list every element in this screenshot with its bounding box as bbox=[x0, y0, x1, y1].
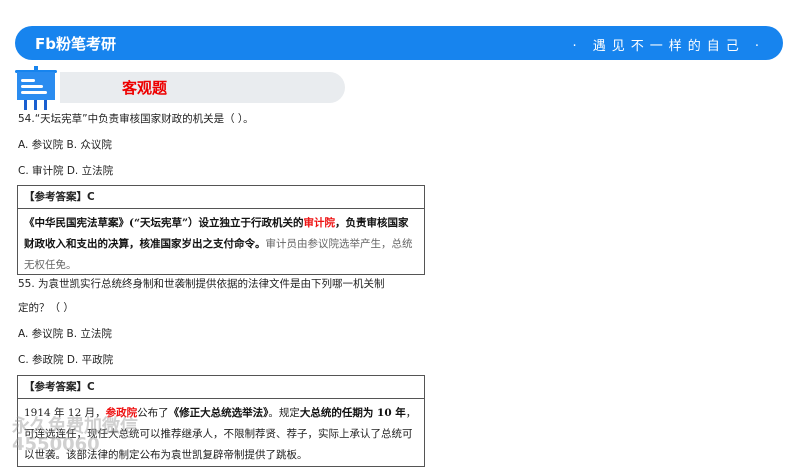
question-options: A. 参议院 B. 立法院 bbox=[18, 328, 112, 340]
answer-label: 【参考答案】C bbox=[18, 376, 424, 399]
question-stem-cont: 定的？（ ） bbox=[18, 302, 74, 314]
answer-label: 【参考答案】C bbox=[18, 186, 424, 209]
question-stem: 54.“天坛宪草”中负责审核国家财政的机关是（ ）。 bbox=[18, 113, 254, 125]
answer-explanation: 《中华民国宪法草案》(“天坛宪草”）设立独立于行政机关的审计院，负责审核国家财政… bbox=[24, 217, 413, 271]
presentation-board-icon bbox=[15, 66, 57, 110]
answer-box: 【参考答案】C 《中华民国宪法草案》(“天坛宪草”）设立独立于行政机关的审计院，… bbox=[17, 185, 425, 275]
section-header: 客观题 bbox=[60, 72, 345, 103]
header-banner: Fb粉笔考研 · 遇见不一样的自己 · bbox=[15, 26, 783, 60]
question-options: C. 审计院 D. 立法院 bbox=[18, 165, 114, 177]
question-stem: 55. 为袁世凯实行总统终身制和世袭制提供依据的法律文件是由下列哪一机关制 bbox=[18, 278, 385, 290]
slogan: · 遇见不一样的自己 · bbox=[572, 39, 765, 54]
question-options: A. 参议院 B. 众议院 bbox=[18, 139, 112, 151]
brand-logo: Fb粉笔考研 bbox=[35, 35, 116, 53]
question-options: C. 参政院 D. 平政院 bbox=[18, 354, 114, 366]
section-title: 客观题 bbox=[122, 79, 168, 97]
watermark: 永久免费加微信 4550060 bbox=[12, 416, 138, 455]
